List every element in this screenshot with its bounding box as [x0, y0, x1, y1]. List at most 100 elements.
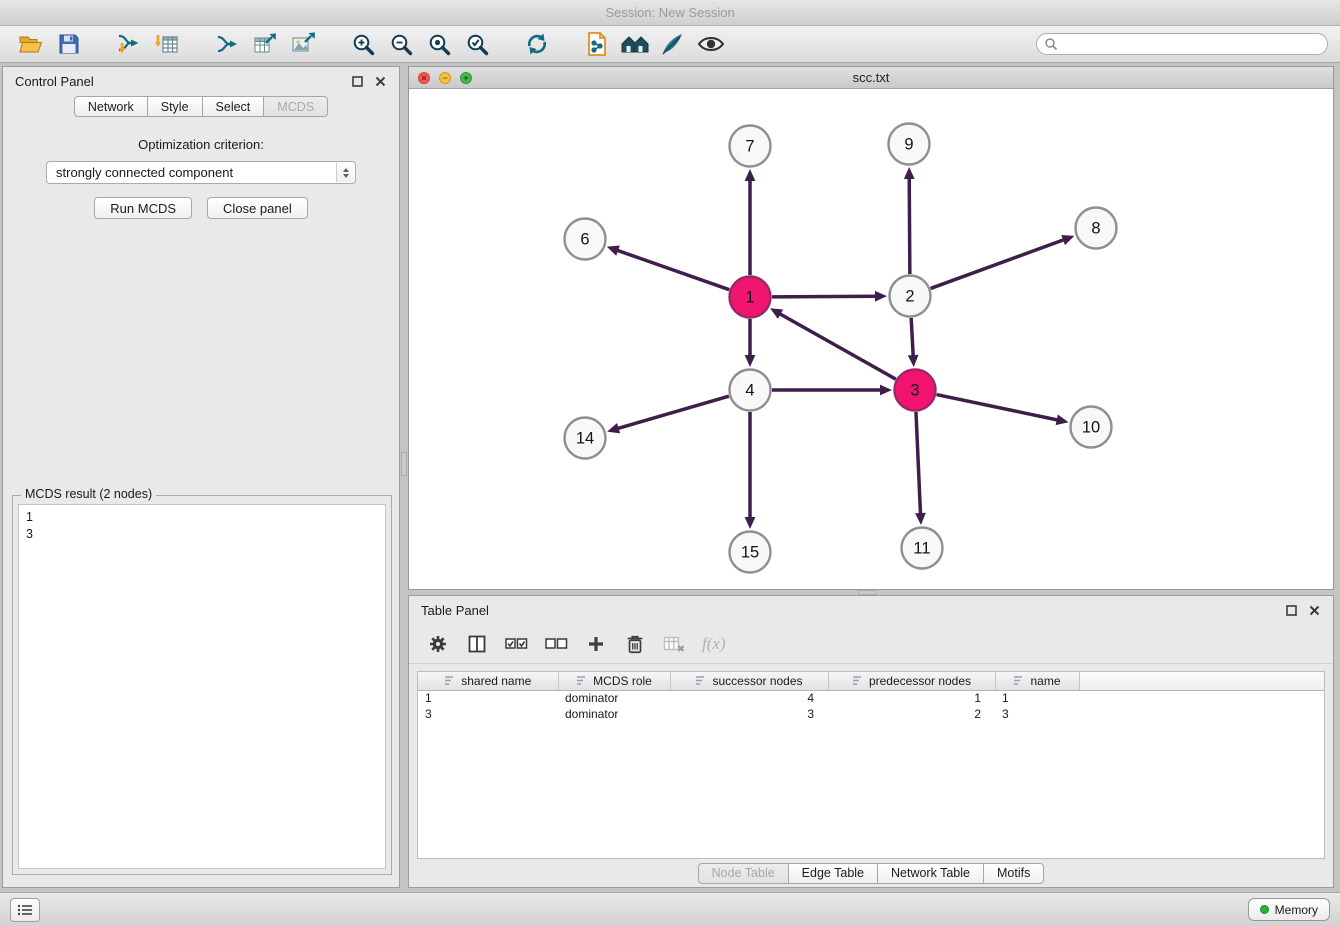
graph-node[interactable]: 9	[889, 124, 930, 165]
select-all-icon[interactable]	[505, 631, 528, 657]
apply-layout-icon[interactable]	[518, 28, 556, 60]
svg-text:6: 6	[580, 231, 589, 249]
graph-node[interactable]: 8	[1076, 208, 1117, 249]
tab-network[interactable]: Network	[74, 96, 148, 117]
sort-icon	[1013, 675, 1025, 686]
settings-gear-icon[interactable]	[427, 631, 449, 657]
svg-text:3: 3	[910, 382, 919, 400]
delete-table-icon[interactable]	[663, 631, 685, 657]
float-table-panel-icon[interactable]	[1284, 603, 1298, 617]
run-mcds-button[interactable]: Run MCDS	[94, 197, 192, 219]
graph-edge[interactable]	[772, 385, 892, 396]
export-image-icon[interactable]	[284, 28, 322, 60]
add-row-icon[interactable]	[585, 631, 607, 657]
zoom-selected-icon[interactable]	[458, 28, 496, 60]
table-cell[interactable]: 3	[418, 706, 558, 722]
columns-icon[interactable]	[466, 631, 488, 657]
graph-edge[interactable]	[908, 318, 919, 367]
table-cell[interactable]: 1	[828, 690, 995, 706]
tab-motifs[interactable]: Motifs	[984, 863, 1044, 884]
table-row[interactable]: 3dominator323	[418, 706, 1324, 722]
graph-edge[interactable]	[937, 395, 1069, 426]
tab-mcds[interactable]: MCDS	[264, 96, 328, 117]
home-icon[interactable]	[616, 28, 654, 60]
close-window-icon[interactable]: ×	[418, 72, 430, 84]
sort-icon	[852, 675, 864, 686]
tab-node-table[interactable]: Node Table	[698, 863, 789, 884]
search-field[interactable]	[1036, 33, 1328, 55]
table-cell[interactable]: 2	[828, 706, 995, 722]
graph-node[interactable]: 10	[1071, 407, 1112, 448]
network-canvas[interactable]: 7 9 6 8 1 2 4 3 14 10 15 11	[409, 89, 1333, 589]
criterion-dropdown[interactable]: strongly connected component	[46, 161, 356, 184]
graph-node[interactable]: 6	[565, 219, 606, 260]
float-panel-icon[interactable]	[350, 74, 364, 88]
network-window-titlebar[interactable]: × − + scc.txt	[409, 67, 1333, 89]
graph-edge[interactable]	[745, 169, 756, 275]
table-cell[interactable]: 3	[995, 706, 1079, 722]
graph-edge[interactable]	[915, 412, 926, 525]
zoom-window-icon[interactable]: +	[460, 72, 472, 84]
graph-edge[interactable]	[931, 235, 1075, 288]
table-header-row: shared name MCDS role successor nodes pr…	[418, 672, 1324, 690]
svg-text:7: 7	[745, 138, 754, 156]
graph-edge[interactable]	[770, 308, 896, 379]
tab-style[interactable]: Style	[148, 96, 203, 117]
graph-edge[interactable]	[745, 319, 756, 367]
vertical-splitter-handle[interactable]	[401, 452, 407, 476]
graph-node[interactable]: 4	[730, 370, 771, 411]
graph-edge[interactable]	[904, 167, 915, 274]
column-header-successor-nodes[interactable]: successor nodes	[670, 672, 828, 690]
export-network-icon[interactable]	[208, 28, 246, 60]
zoom-out-icon[interactable]	[382, 28, 420, 60]
graph-edge[interactable]	[772, 291, 887, 302]
table-row[interactable]: 1dominator411	[418, 690, 1324, 706]
delete-row-icon[interactable]	[624, 631, 646, 657]
table-cell[interactable]: dominator	[558, 706, 670, 722]
function-builder-icon[interactable]: f(x)	[702, 631, 726, 657]
table-cell[interactable]: 1	[995, 690, 1079, 706]
search-input[interactable]	[1036, 33, 1328, 55]
graph-node[interactable]: 14	[565, 418, 606, 459]
graph-edge[interactable]	[607, 396, 729, 433]
graph-node[interactable]: 1	[730, 277, 771, 318]
open-session-icon[interactable]	[12, 28, 50, 60]
column-header-predecessor-nodes[interactable]: predecessor nodes	[828, 672, 995, 690]
mcds-result-list[interactable]: 13	[18, 504, 386, 869]
graph-node[interactable]: 15	[730, 532, 771, 573]
close-panel-button[interactable]: Close panel	[207, 197, 308, 219]
zoom-in-icon[interactable]	[344, 28, 382, 60]
table-cell[interactable]: 1	[418, 690, 558, 706]
minimize-window-icon[interactable]: −	[439, 72, 451, 84]
close-table-panel-icon[interactable]	[1307, 603, 1321, 617]
sort-icon	[576, 675, 588, 686]
graph-node[interactable]: 11	[902, 528, 943, 569]
status-bar: Memory	[0, 892, 1340, 926]
import-network-icon[interactable]	[110, 28, 148, 60]
column-header-name[interactable]: name	[995, 672, 1079, 690]
tab-select[interactable]: Select	[203, 96, 265, 117]
close-panel-icon[interactable]	[373, 74, 387, 88]
table-cell[interactable]: 4	[670, 690, 828, 706]
import-table-icon[interactable]	[148, 28, 186, 60]
save-session-icon[interactable]	[50, 28, 88, 60]
export-table-icon[interactable]	[246, 28, 284, 60]
task-history-button[interactable]	[10, 898, 40, 922]
new-network-from-selection-icon[interactable]	[578, 28, 616, 60]
memory-button[interactable]: Memory	[1248, 898, 1330, 921]
graph-node[interactable]: 2	[890, 276, 931, 317]
unselect-all-icon[interactable]	[545, 631, 568, 657]
graph-edge[interactable]	[607, 246, 730, 290]
eye-icon[interactable]	[692, 28, 730, 60]
table-cell[interactable]: 3	[670, 706, 828, 722]
graph-node[interactable]: 7	[730, 126, 771, 167]
column-header-mcds-role[interactable]: MCDS role	[558, 672, 670, 690]
style-brush-icon[interactable]	[654, 28, 692, 60]
tab-network-table[interactable]: Network Table	[878, 863, 984, 884]
table-cell[interactable]: dominator	[558, 690, 670, 706]
graph-node[interactable]: 3	[895, 370, 936, 411]
graph-edge[interactable]	[745, 412, 756, 529]
tab-edge-table[interactable]: Edge Table	[789, 863, 878, 884]
column-header-shared-name[interactable]: shared name	[418, 672, 558, 690]
zoom-fit-icon[interactable]	[420, 28, 458, 60]
